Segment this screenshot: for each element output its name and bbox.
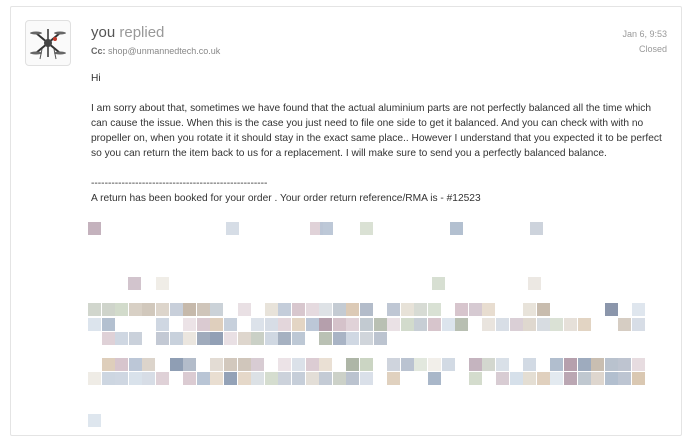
sender-name: you bbox=[91, 24, 116, 41]
body-paragraph: I am sorry about that, sometimes we have… bbox=[91, 103, 662, 159]
status-label: Closed bbox=[638, 44, 667, 54]
sender-line: you replied bbox=[91, 24, 164, 41]
cc-address[interactable]: shop@unmannedtech.co.uk bbox=[108, 46, 220, 56]
message-date: Jan 6, 9:53 bbox=[622, 29, 667, 39]
message-body: Hi I am sorry about that, sometimes we h… bbox=[91, 71, 663, 206]
message-card: you replied Cc: shop@unmannedtech.co.uk … bbox=[10, 6, 682, 436]
return-line: A return has been booked for your order … bbox=[91, 193, 481, 204]
separator-line: ----------------------------------------… bbox=[91, 178, 268, 189]
greeting: Hi bbox=[91, 73, 101, 84]
message-meta: Jan 6, 9:53 Closed bbox=[622, 27, 667, 57]
avatar bbox=[25, 20, 71, 66]
drone-icon bbox=[30, 29, 66, 60]
cc-label: Cc: bbox=[91, 46, 106, 56]
sender-action: replied bbox=[119, 24, 165, 41]
cc-line: Cc: shop@unmannedtech.co.uk bbox=[91, 46, 220, 56]
